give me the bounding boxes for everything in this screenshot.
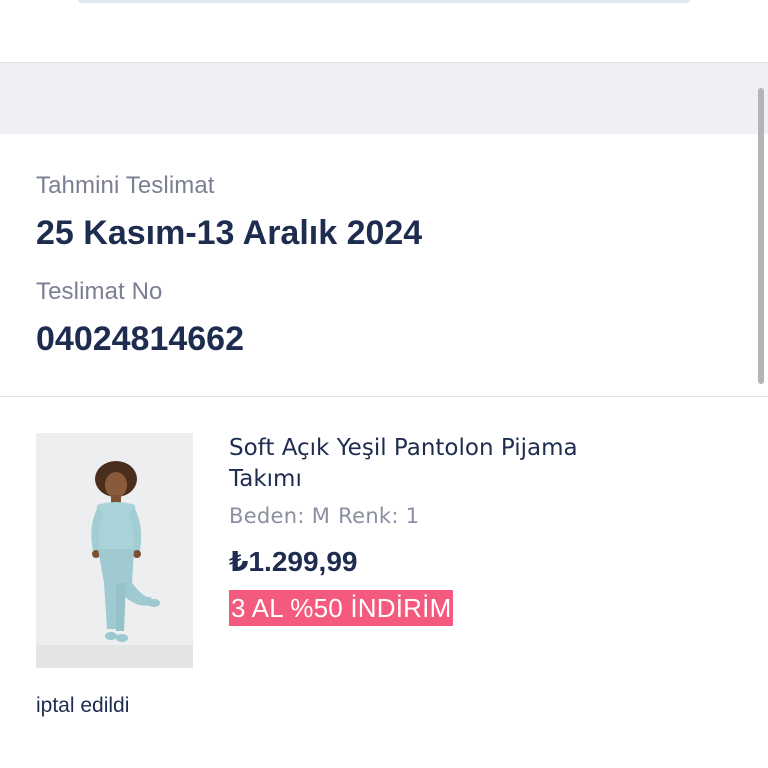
delivery-number-label: Teslimat No [36,278,163,305]
size-value: Beden: M [229,504,331,528]
estimated-delivery-label: Tahmini Teslimat [36,172,215,199]
top-bar [0,0,768,62]
product-price: ₺1.299,99 [229,546,358,577]
scrollbar[interactable] [758,88,764,384]
delivery-info-section: Tahmini Teslimat 25 Kasım-13 Aralık 2024… [0,134,768,396]
promo-badge: 3 AL %50 İNDİRİM [229,590,454,626]
order-item[interactable]: Soft Açık Yeşil Pantolon Pijama Takımı B… [0,397,768,768]
color-value: Renk: 1 [338,504,420,528]
delivery-number-value: 04024814662 [36,320,245,358]
order-detail-page: Tahmini Teslimat 25 Kasım-13 Aralık 2024… [0,0,768,768]
top-bar-edge [78,0,690,3]
section-spacer [0,63,768,134]
product-title[interactable]: Soft Açık Yeşil Pantolon Pijama Takımı [229,433,589,495]
estimated-delivery-value: 25 Kasım-13 Aralık 2024 [36,214,423,252]
product-photo[interactable] [36,433,193,668]
product-variant: Beden: M Renk: 1 [229,504,419,528]
order-status: iptal edildi [36,694,130,717]
